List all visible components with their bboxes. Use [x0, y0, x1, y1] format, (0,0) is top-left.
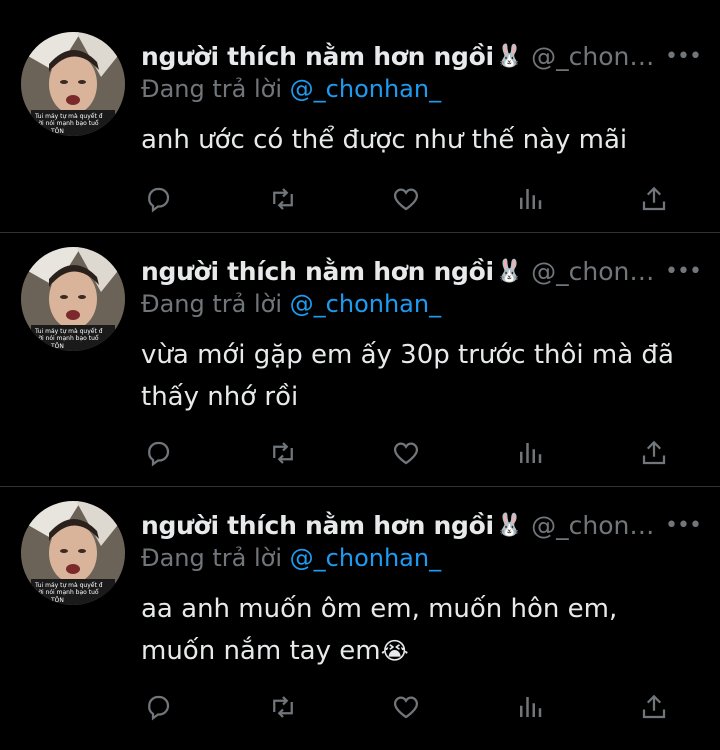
tweet-text-line: aa anh muốn ôm em, muốn hôn em, — [141, 594, 618, 624]
share-button[interactable] — [636, 689, 672, 725]
avatar-caption-line: TÔN — [50, 597, 64, 604]
reply-icon — [148, 441, 170, 467]
tweet-header: người thích nằm hơn ngồi 🐰 @_chonhan_ — [141, 39, 700, 73]
retweet-icon — [273, 442, 293, 464]
rabbit-emoji: 🐰 — [495, 43, 524, 69]
mention-link[interactable]: @_chonhan_ — [290, 75, 441, 103]
tweet[interactable]: Tui máy tự mà quyết đ Lời nói mạnh bạo t… — [0, 0, 720, 232]
handle[interactable]: @_chonhan_ — [531, 257, 664, 286]
retweet-icon — [273, 696, 293, 718]
tweet-text-line: thấy nhớ rồi — [141, 382, 299, 412]
reply-icon — [148, 187, 170, 213]
retweet-button[interactable] — [265, 689, 301, 725]
tweet-text-fragment: muốn nắm tay em — [141, 636, 381, 666]
like-icon — [393, 188, 419, 211]
retweet-button[interactable] — [265, 435, 301, 471]
mention-link[interactable]: @_chonhan_ — [290, 544, 441, 572]
reply-button[interactable] — [140, 181, 176, 217]
retweet-button[interactable] — [265, 181, 301, 217]
share-icon — [642, 694, 666, 719]
replying-to: Đang trả lời @_chonhan_ — [141, 290, 441, 318]
rabbit-emoji: 🐰 — [495, 512, 524, 538]
share-button[interactable] — [636, 181, 672, 217]
more-options-icon[interactable]: ••• — [665, 39, 702, 73]
avatar[interactable]: Tui máy tự mà quyết đ Lời nói mạnh bạo t… — [21, 247, 125, 351]
tweet-header: người thích nằm hơn ngồi 🐰 @_chonhan_ — [141, 508, 700, 542]
share-button[interactable] — [636, 435, 672, 471]
avatar[interactable]: Tui máy tự mà quyết đ Lời nói mạnh bạo t… — [21, 501, 125, 605]
reply-icon — [148, 695, 170, 721]
reply-button[interactable] — [140, 689, 176, 725]
action-bar — [140, 435, 680, 471]
display-name[interactable]: người thích nằm hơn ngồi — [141, 511, 494, 540]
like-icon — [393, 442, 419, 465]
display-name[interactable]: người thích nằm hơn ngồi — [141, 42, 494, 71]
action-bar — [140, 689, 680, 725]
action-bar — [140, 181, 680, 217]
more-options-icon[interactable]: ••• — [665, 508, 702, 542]
like-button[interactable] — [388, 435, 424, 471]
views-button[interactable] — [512, 181, 548, 217]
avatar-caption-line: Lời nói mạnh bạo tuổ — [35, 589, 99, 596]
tweet[interactable]: Tui máy tự mà quyết đ Lời nói mạnh bạo t… — [0, 487, 720, 750]
tweet-text: aa anh muốn ôm em, muốn hôn em, muốn nắm… — [141, 588, 680, 672]
avatar[interactable]: Tui máy tự mà quyết đ Lời nói mạnh bạo t… — [21, 32, 125, 136]
avatar-caption-line: Lời nói mạnh bạo tuổ — [35, 335, 99, 342]
views-button[interactable] — [512, 435, 548, 471]
rabbit-emoji: 🐰 — [495, 258, 524, 284]
tweet[interactable]: Tui máy tự mà quyết đ Lời nói mạnh bạo t… — [0, 233, 720, 486]
share-icon — [642, 186, 666, 211]
views-icon — [520, 189, 542, 209]
share-icon — [642, 440, 666, 465]
replying-to: Đang trả lời @_chonhan_ — [141, 544, 441, 572]
handle[interactable]: @_chonhan_ — [531, 42, 664, 71]
avatar-caption-line: TÔN — [50, 343, 64, 350]
tweet-header: người thích nằm hơn ngồi 🐰 @_chonhan_ — [141, 254, 700, 288]
mention-link[interactable]: @_chonhan_ — [290, 290, 441, 318]
replying-label: Đang trả lời — [141, 544, 283, 572]
display-name[interactable]: người thích nằm hơn ngồi — [141, 257, 494, 286]
tweet-text-line: muốn nắm tay em😭 — [141, 630, 680, 672]
avatar-caption-line: Tui máy tự mà quyết đ — [34, 582, 103, 589]
views-icon — [520, 443, 542, 463]
views-icon — [520, 697, 542, 717]
avatar-caption-line: Tui máy tự mà quyết đ — [34, 328, 103, 335]
like-button[interactable] — [388, 689, 424, 725]
handle[interactable]: @_chonhan_ — [531, 511, 664, 540]
retweet-icon — [273, 188, 293, 210]
like-icon — [393, 696, 419, 719]
replying-to: Đang trả lời @_chonhan_ — [141, 75, 441, 103]
reply-button[interactable] — [140, 435, 176, 471]
like-button[interactable] — [388, 181, 424, 217]
more-options-icon[interactable]: ••• — [665, 254, 702, 288]
tweet-text: vừa mới gặp em ấy 30p trước thôi mà đã t… — [141, 334, 680, 418]
avatar-caption-line: Lời nói mạnh bạo tuổ — [35, 120, 99, 127]
tweet-text-line: anh ước có thể được như thế này mãi — [141, 125, 628, 155]
avatar-caption-line: TÔN — [50, 128, 64, 135]
tweet-text-line: vừa mới gặp em ấy 30p trước thôi mà đã — [141, 340, 674, 370]
views-button[interactable] — [512, 689, 548, 725]
replying-label: Đang trả lời — [141, 290, 283, 318]
reply-feed: Tui máy tự mà quyết đ Lời nói mạnh bạo t… — [0, 0, 720, 750]
replying-label: Đang trả lời — [141, 75, 283, 103]
avatar-caption-line: Tui máy tự mà quyết đ — [34, 113, 103, 120]
crying-emoji: 😭 — [380, 637, 409, 665]
tweet-text: anh ước có thể được như thế này mãi — [141, 119, 680, 161]
